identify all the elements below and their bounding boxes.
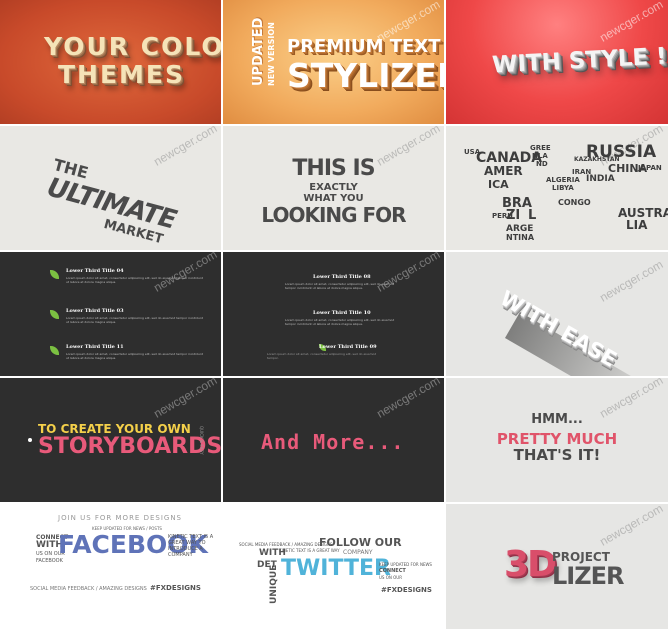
lower-third-title: Lower Third Title 04 [66, 268, 124, 274]
map-word: ALGERIA [546, 176, 580, 184]
join-text: JOIN US FOR MORE DESIGNS [58, 514, 183, 522]
map-word: GREE [530, 144, 551, 152]
watermark: newcger.com [151, 126, 220, 169]
hashtag-text: #FXDESIGNS [381, 586, 432, 594]
map-word: AMER [484, 164, 523, 178]
tile-lower-thirds-green: newcger.com Lower Third Title 04 Lorem i… [0, 252, 221, 376]
lower-third-body: Lorem ipsum dolor sit amet, consectetur … [285, 282, 395, 290]
map-word: PERU [492, 212, 513, 220]
side-label: QUICK & EASY [199, 426, 204, 455]
side-text-new-version: NEW VERSION [267, 22, 276, 86]
keep-text: KEEP UPDATED FOR NEWS [379, 562, 432, 567]
leaf-icon [50, 270, 59, 279]
tile-title-line2: STYLIZER [287, 56, 444, 95]
map-word: IRAN [572, 168, 592, 176]
tile-3d-projectlizer: newcger.com 3D PROJECT LIZER [446, 504, 668, 629]
tile-facebook: JOIN US FOR MORE DESIGNS KEEP UPDATED FO… [0, 504, 221, 629]
hashtag-text: #FXDESIGNS [150, 584, 201, 592]
tile-lower-thirds-centered: newcger.com Lower Third Title 08 Lorem i… [223, 252, 444, 376]
tile-this-is-exactly: newcger.com THIS IS EXACTLY WHAT YOU LOO… [223, 126, 444, 250]
side-text-updated: UPDATED [251, 17, 266, 86]
tile-title-line3: THAT'S IT! [513, 446, 601, 464]
watermark: newcger.com [597, 0, 666, 45]
lower-third-title: Lower Third Title 03 [66, 308, 124, 314]
lower-third-title: Lower Third Title 11 [66, 344, 124, 350]
social-text: SOCIAL MEDIA FEEDBACK / AMAZING DESIGNS [30, 586, 147, 592]
watermark: newcger.com [597, 257, 666, 305]
tile-title-line1: PREMIUM TEXT [287, 36, 441, 57]
bullet-dot [28, 438, 32, 442]
watermark: newcger.com [151, 378, 220, 421]
tile-title-line4: LOOKING FOR [261, 203, 406, 227]
map-word: LIBYA [552, 184, 574, 192]
lower-third-body: Lorem ipsum dolor sit amet, consectetur … [285, 318, 395, 326]
lower-third-title: Lower Third Title 09 [319, 344, 377, 350]
watermark: newcger.com [374, 378, 443, 421]
tile-pretty-much: newcger.com HMM... PRETTY MUCH THAT'S IT… [446, 378, 668, 502]
lower-third-body: Lorem ipsum dolor sit amet, consectetur … [66, 316, 203, 324]
company-text: COMPANY [343, 549, 373, 556]
tile-with-style: newcger.com WITH STYLE ! [446, 0, 668, 124]
tile-title-line2: THEMES [58, 60, 186, 89]
tile-premium-text-stylizer: newcger.com UPDATED NEW VERSION PREMIUM … [223, 0, 444, 124]
tile-storyboards: newcger.com TO CREATE YOUR OWN STORYBOAR… [0, 378, 221, 502]
lower-third-body: Lorem ipsum dolor sit amet, consectetur … [66, 276, 203, 284]
tile-with-ease: newcger.com WITH EASE [446, 252, 668, 376]
tile-title-3d: 3D [504, 544, 557, 585]
follow-text: FOLLOW OUR [319, 536, 402, 549]
tile-title-line2: STORYBOARDS [38, 434, 221, 459]
template-preview-grid: YOUR COLOR THEMES newcger.com UPDATED NE… [0, 0, 668, 629]
watermark: newcger.com [151, 252, 220, 295]
unique-text: UNIQUE [269, 564, 279, 604]
us-text: US ON OUR [379, 575, 403, 580]
tile-title: And More... [261, 430, 405, 454]
map-word: LIA [626, 218, 648, 232]
map-word: CONGO [558, 198, 591, 207]
lower-third-title: Lower Third Title 10 [313, 310, 371, 316]
tile-ultimate-market: newcger.com THE ULTIMATE MARKET [0, 126, 221, 250]
tile-title-line1: HMM... [531, 412, 583, 427]
map-word: NTINA [506, 233, 535, 242]
tile-title-line2: EXACTLY [309, 182, 358, 193]
kinetic-text: KINETIC TEXT IS A GREAT WAY TO INTRODUCE… [168, 534, 214, 558]
lower-third-title: Lower Third Title 08 [313, 274, 371, 280]
tile-title: WITH STYLE ! [491, 43, 668, 79]
tile-word-world-map: newcger.com USA CANADA AMER ICA GREE NLA… [446, 126, 668, 250]
watermark: newcger.com [597, 504, 666, 549]
map-word: NLA [532, 152, 548, 160]
lower-third-body: Lorem ipsum dolor sit amet, consectetur … [66, 352, 203, 360]
tile-your-color-themes: YOUR COLOR THEMES [0, 0, 221, 124]
tile-and-more: newcger.com And More... [223, 378, 444, 502]
map-word: ND [536, 160, 548, 168]
tile-title-line2: LIZER [552, 562, 624, 590]
connect-text: CONNECT [379, 568, 406, 574]
map-word: KAZAKHSTAN [574, 156, 620, 163]
leaf-icon [50, 310, 59, 319]
tile-title-line1: THIS IS [292, 156, 375, 181]
map-word: ICA [488, 178, 509, 191]
map-word: JAPAN [638, 164, 662, 172]
lower-third-body: Lorem ipsum dolor sit amet, consectetur … [267, 352, 377, 360]
leaf-icon [50, 346, 59, 355]
tile-title-line1: YOUR COLOR [44, 32, 221, 61]
twitter-title: TWITTER [281, 556, 391, 581]
tile-twitter: SOCIAL MEDIA FEEDBACK / AMAZING DESIGNS … [223, 504, 444, 629]
map-word: L [528, 208, 537, 223]
